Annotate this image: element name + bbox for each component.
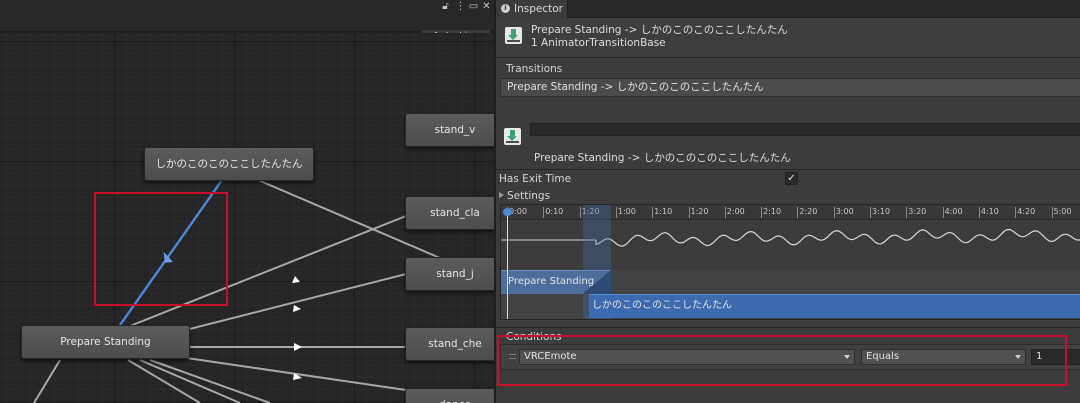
inspector-tab-bar: i Inspector xyxy=(496,0,1080,19)
transition-line xyxy=(179,356,407,391)
transition-line xyxy=(33,359,61,403)
info-icon: i xyxy=(501,4,510,13)
transition-timeline[interactable]: 0:00 0:10 1:20 1:00 1:10 1:20 2:00 2:10 2:20 3:00… xyxy=(500,204,1080,320)
header-subtitle: 1 AnimatorTransitionBase xyxy=(531,37,666,49)
state-node-stand-1[interactable]: stand_v xyxy=(405,113,494,147)
timeline-tick-label: 2:00 xyxy=(724,207,745,218)
source-clip-fade xyxy=(583,270,611,294)
state-node-prepare-standing[interactable]: Prepare Standing xyxy=(21,325,190,359)
transition-name-field[interactable] xyxy=(530,123,1080,136)
timeline-tick-label: 2:20 xyxy=(797,207,818,218)
transition-title: Prepare Standing -> しかのこのこのここしたんたん xyxy=(534,152,791,164)
playhead-handle[interactable] xyxy=(503,208,512,216)
settings-label: Settings xyxy=(507,190,551,202)
tab-inspector-label: Inspector xyxy=(514,3,563,15)
timeline-tick-label: 3:00 xyxy=(833,207,854,218)
timeline-tick-label: 3:20 xyxy=(906,207,927,218)
state-node-stand-3[interactable]: stand_j xyxy=(405,257,494,291)
timeline-tick-label: 3:10 xyxy=(870,207,890,218)
has-exit-time-label: Has Exit Time xyxy=(499,173,572,185)
transitions-label: Transitions xyxy=(506,63,563,75)
transition-arrow xyxy=(293,305,301,312)
timeline-tick-label: 0:10 xyxy=(543,207,564,218)
animator-window: 🔓︎ ⋮ ▭ ✕ Auto Live Link しかのこのこのここしたんたん xyxy=(0,0,494,403)
header-title: Prepare Standing -> しかのこのこのここしたんたん xyxy=(531,24,788,36)
transition-icon xyxy=(504,128,521,145)
transition-arrow xyxy=(292,276,300,283)
transition-list-item[interactable]: Prepare Standing -> しかのこのこのここしたんたん xyxy=(500,78,1080,97)
timeline-tick-label: 1:20 xyxy=(688,207,709,218)
inspector-header: Prepare Standing -> しかのこのこのここしたんたん 1 Ani… xyxy=(496,19,1080,56)
timeline-tick-label: 1:10 xyxy=(652,207,673,218)
state-node-stand-2[interactable]: stand_cla xyxy=(405,196,494,230)
has-exit-time-checkbox[interactable]: ✓ xyxy=(785,172,798,185)
transition-line xyxy=(149,359,271,403)
timeline-tick-label: 2:10 xyxy=(761,207,782,218)
destination-clip-bar[interactable]: しかのこのこのここしたんたん xyxy=(589,294,1080,318)
chevron-right-icon xyxy=(499,192,504,198)
transition-arrow xyxy=(294,343,302,351)
transition-asset-icon xyxy=(505,27,522,44)
settings-foldout[interactable]: Settings xyxy=(499,190,550,202)
selected-transition-highlight xyxy=(94,192,228,306)
divider xyxy=(496,327,1080,328)
timeline-tick-label: 4:00 xyxy=(942,207,963,218)
state-node-stand-4[interactable]: stand_che xyxy=(405,327,494,361)
timeline-tick-label: 5:00 xyxy=(1051,207,1072,218)
divider xyxy=(496,169,1080,170)
divider xyxy=(496,57,1080,58)
conditions-highlight xyxy=(497,335,1067,386)
timeline-playhead[interactable] xyxy=(507,209,508,319)
timeline-tick-label: 4:10 xyxy=(978,207,999,218)
state-node-target[interactable]: しかのこのこのここしたんたん xyxy=(144,147,314,181)
tab-inspector[interactable]: i Inspector xyxy=(496,0,568,19)
timeline-tick-label: 1:00 xyxy=(615,207,636,218)
timeline-tick-label: 4:20 xyxy=(1015,207,1036,218)
state-node-dance[interactable]: dance xyxy=(405,388,494,403)
